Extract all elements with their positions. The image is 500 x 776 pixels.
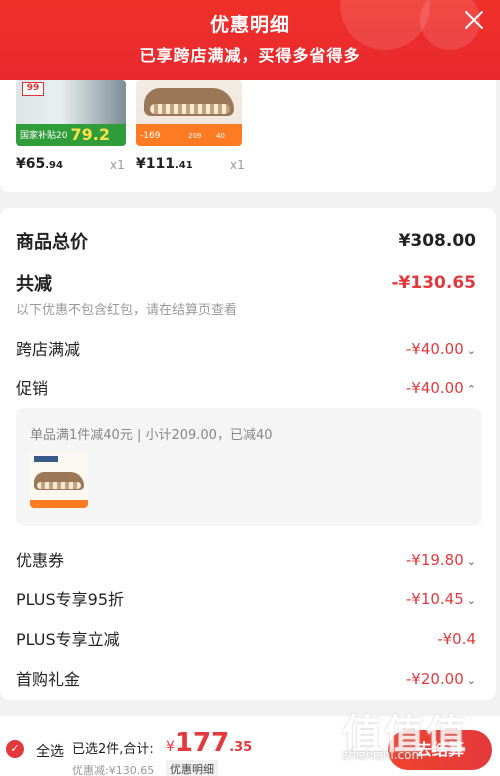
price-dec: .94 [45,160,63,171]
total-off-value: -¥130.65 [391,273,477,293]
promo-detail-box: 单品满1件减40元 | 小计209.00，已减40 [16,408,482,526]
promo-tag-price: -169 [140,131,161,141]
price-int: ¥111 [136,156,175,172]
goods-total-label: 商品总价 [16,232,88,253]
promo-detail-button[interactable]: 优惠明细 [166,760,218,776]
total-int: 177 [174,728,230,758]
watermark-url: zhizhizhi.com [342,748,424,762]
subsidy-tag: 国家补贴20 79.2 [16,124,126,146]
red-packet-note: 以下优惠不包含红包，请在结算页查看 [16,303,238,318]
shoe-image [144,88,234,116]
chevron-down-icon: ⌄ [466,673,476,687]
chevron-down-icon: ⌄ [466,343,476,357]
plus-off-value: -¥0.4 [437,629,476,648]
brand-label [34,456,58,462]
coupon-row[interactable]: 优惠券 -¥19.80 ⌄ [16,547,476,571]
site-watermark: 值值值 zhizhizhi.com [342,702,492,772]
coupon-label: 优惠券 [16,551,65,570]
product-badge: 99 [22,82,44,96]
promo-tag-num: 209 [188,132,202,140]
product-image[interactable]: 99 国家补贴20 79.2 [16,80,126,146]
cross-store-row[interactable]: 跨店满减 -¥40.00 ⌄ [16,336,476,360]
product-list: 99 国家补贴20 79.2 -169 209 40 ¥65.94 x1 ¥11… [0,80,496,192]
cross-store-value-wrap: -¥40.00 ⌄ [406,339,476,358]
first-gift-value: -¥20.00 [405,669,464,688]
product-qty: x1 [230,158,245,172]
first-gift-value-wrap: -¥20.00 ⌄ [406,669,476,688]
plus95-value: -¥10.45 [405,589,464,608]
discount-summary: 商品总价 ¥308.00 共减 -¥130.65 以下优惠不包含红包，请在结算页… [0,208,496,700]
total-price: ¥177.35 [166,728,252,758]
plus95-row[interactable]: PLUS专享95折 -¥10.45 ⌄ [16,586,476,610]
total-off-row: 共减 -¥130.65 [16,270,476,296]
select-all-label[interactable]: 全选 [36,741,64,761]
discount-amount: 优惠减:¥130.65 [72,764,155,776]
goods-total-value: ¥308.00 [398,231,476,251]
plus-off-value-wrap: -¥0.4 [437,629,476,648]
plus95-value-wrap: -¥10.45 ⌄ [406,589,476,608]
total-currency: ¥ [166,739,175,755]
price-int: ¥65 [16,156,46,172]
checkmark-icon[interactable]: ✓ [6,740,24,758]
plus95-label: PLUS专享95折 [16,590,124,609]
close-icon[interactable] [462,8,486,32]
goods-total-row: 商品总价 ¥308.00 [16,228,476,254]
product-qty: x1 [110,158,125,172]
cross-store-label: 跨店满减 [16,340,81,359]
coupon-value-wrap: -¥19.80 ⌄ [406,550,476,569]
promo-value-wrap: -¥40.00 ⌃ [406,378,476,397]
promo-detail-text: 单品满1件减40元 | 小计209.00，已减40 [30,428,273,443]
promo-tag: -169 209 40 [136,124,242,146]
promo-value: -¥40.00 [405,378,464,397]
selected-count: 已选2件,合计: [72,742,154,757]
chevron-up-icon: ⌃ [466,382,476,396]
plus-off-label: PLUS专享立减 [16,630,120,649]
plus-off-row: PLUS专享立减 -¥0.4 [16,626,476,650]
promo-detail-header: 优惠明细 已享跨店满减，买得多省得多 [0,0,500,80]
promo-label: 促销 [16,379,49,398]
page-subtitle: 已享跨店满减，买得多省得多 [139,46,361,65]
subsidy-tag-price: 79.2 [70,125,110,144]
price-dec: .41 [174,160,193,171]
first-gift-row[interactable]: 首购礼金 -¥20.00 ⌄ [16,666,476,690]
shoe-image [34,472,84,490]
total-dec: .35 [229,740,253,755]
product-image[interactable]: -169 209 40 [136,80,242,146]
coupon-value: -¥19.80 [405,550,464,569]
total-off-label: 共减 [16,274,52,295]
cross-store-value: -¥40.00 [405,339,464,358]
promo-product-image [30,450,88,508]
chevron-down-icon: ⌄ [466,593,476,607]
page-title: 优惠明细 [209,14,290,36]
subsidy-tag-text: 国家补贴20 [20,131,68,141]
product-price: ¥65.94 [16,156,63,172]
chevron-down-icon: ⌄ [466,554,476,568]
first-gift-label: 首购礼金 [16,670,81,689]
promo-tag-num: 40 [216,132,225,140]
promo-row[interactable]: 促销 -¥40.00 ⌃ [16,375,476,399]
product-price: ¥111.41 [136,156,193,172]
promo-strip [30,500,88,508]
